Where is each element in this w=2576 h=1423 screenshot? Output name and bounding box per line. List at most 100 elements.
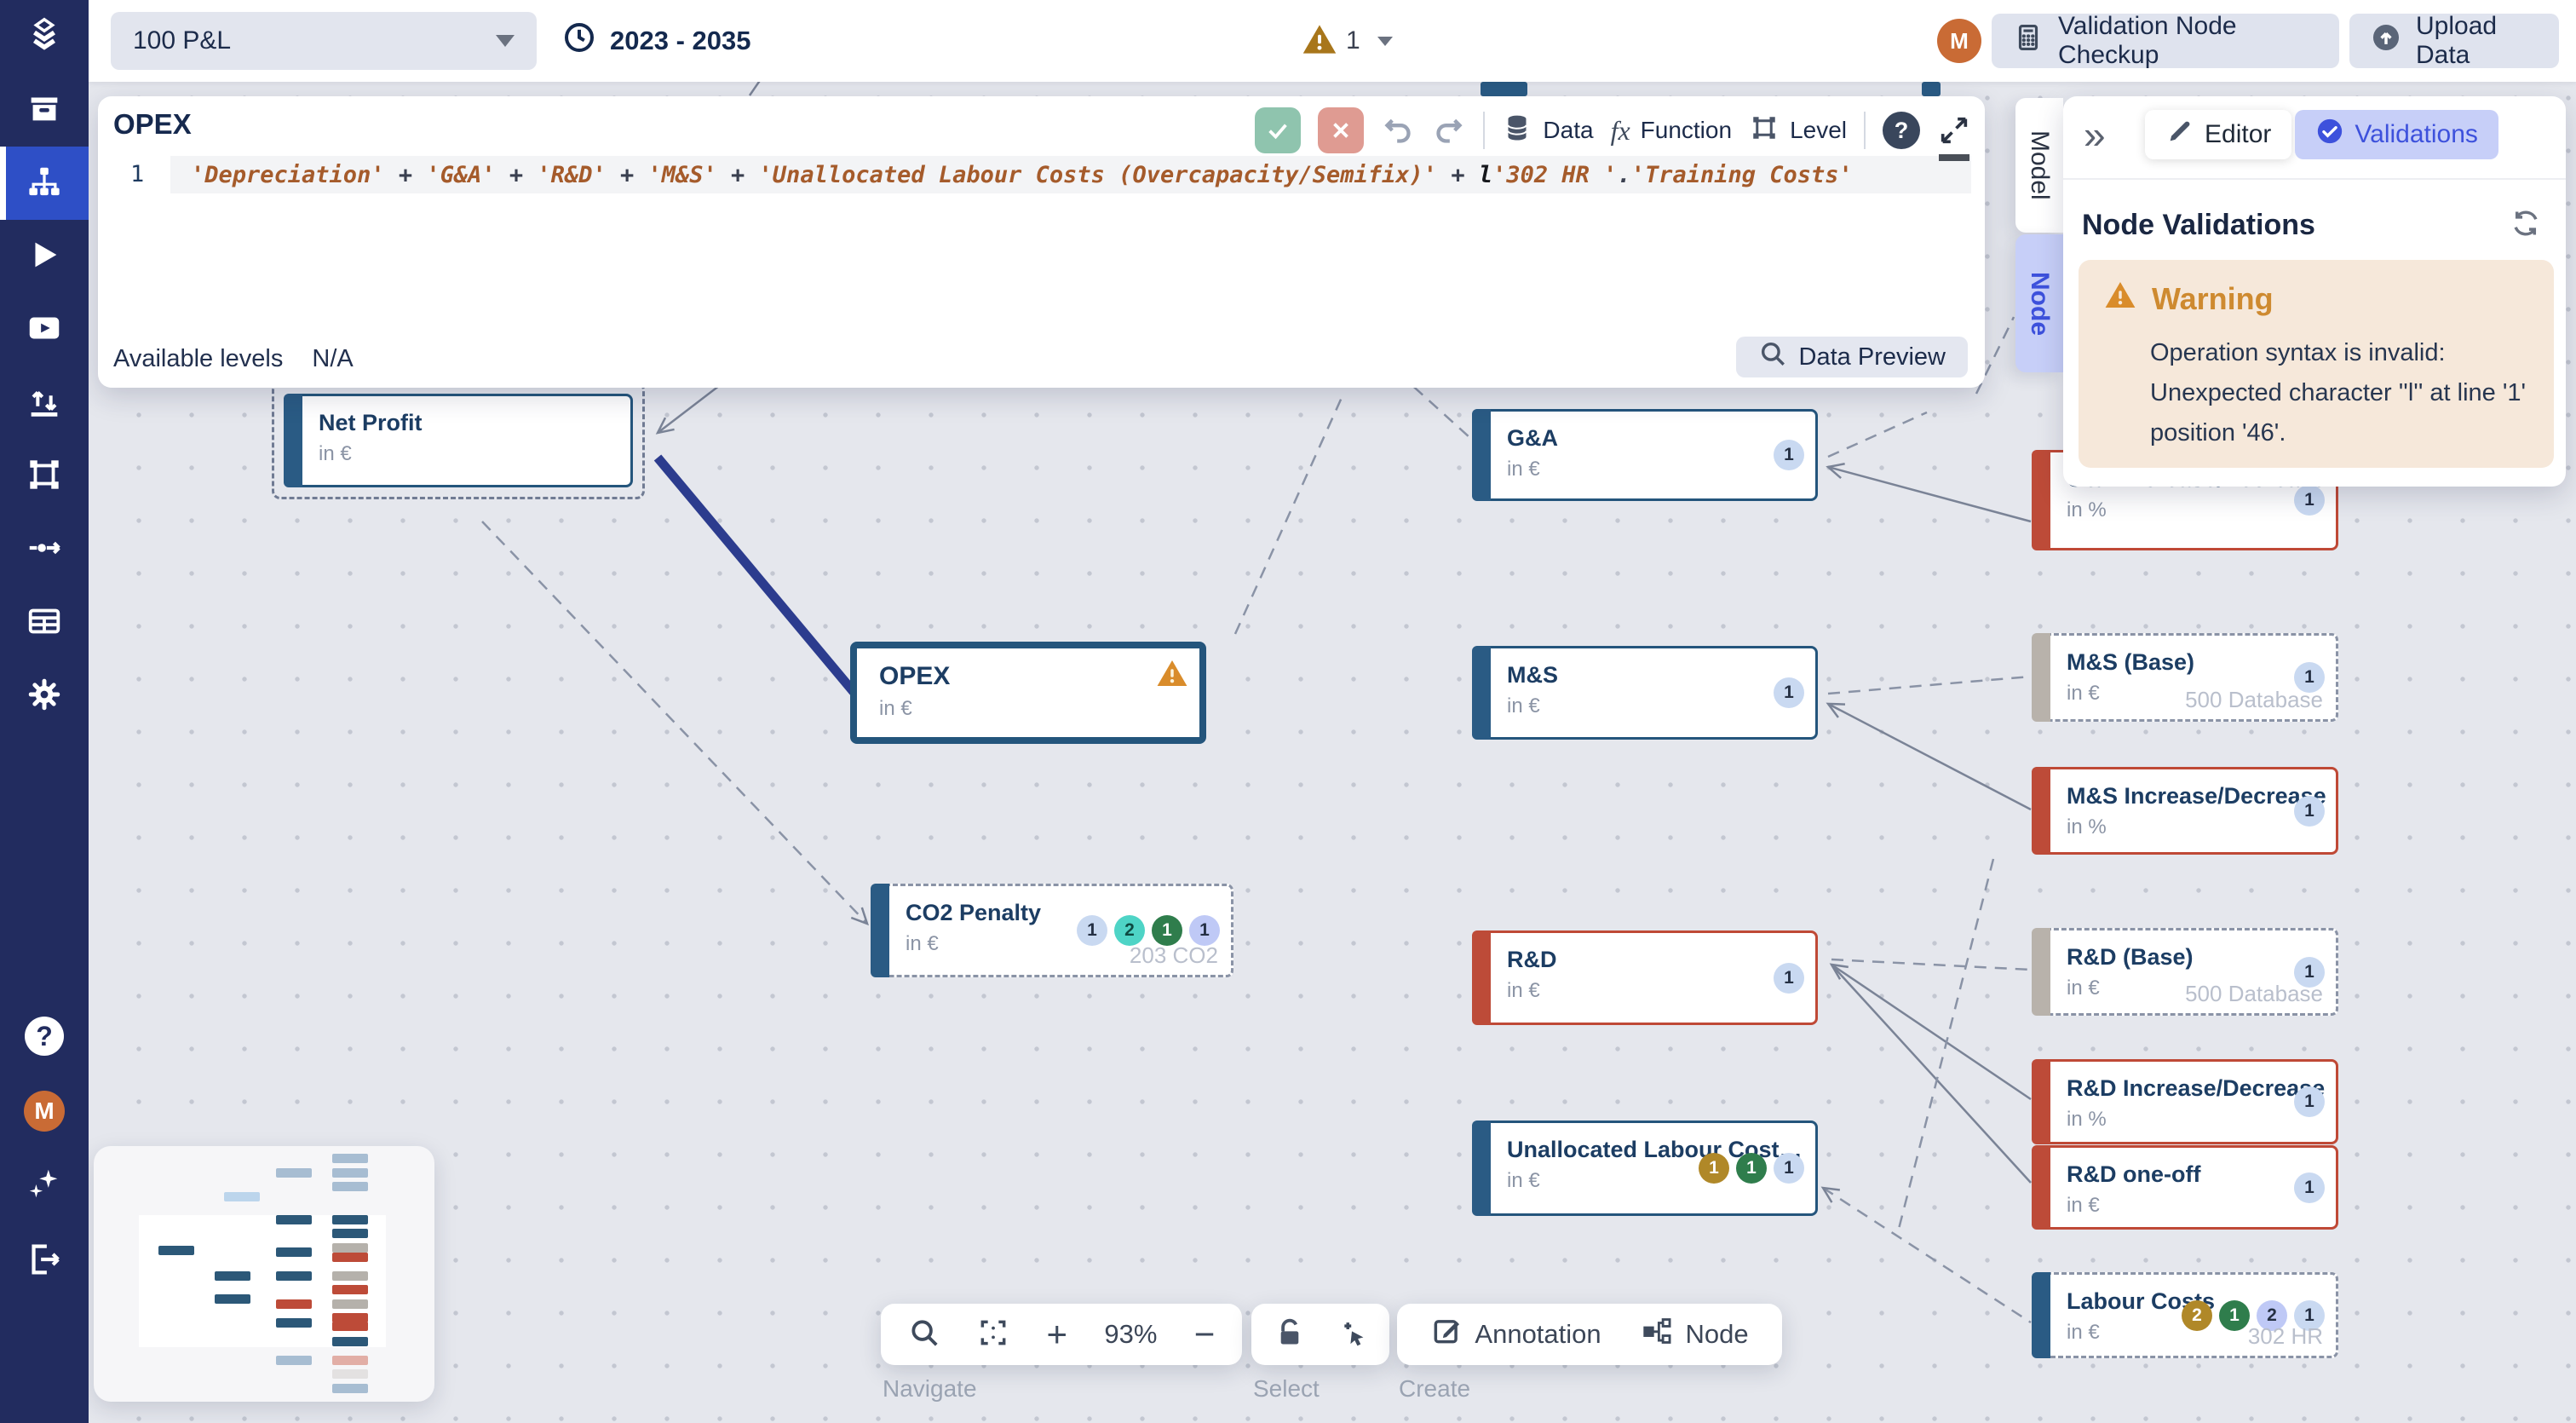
time-range-value: 2023 - 2035: [610, 26, 750, 56]
sidebar-item-data-storage[interactable]: [0, 73, 89, 147]
top-bar: 100 P&L 2023 - 2035 1 M Validation Node …: [89, 0, 2576, 82]
sidebar-item-reports[interactable]: [0, 586, 89, 660]
sidebar-item-import-export[interactable]: [0, 366, 89, 440]
zoom-out-button[interactable]: −: [1194, 1316, 1216, 1352]
discard-formula-button[interactable]: [1318, 107, 1364, 153]
node-unallocated-labour-costs[interactable]: Unallocated Labour Costs (O…in €111: [1472, 1121, 1818, 1216]
node-color-bar: [1472, 930, 1491, 1025]
formula-segment: '302 HR ': [1492, 162, 1617, 188]
node-gna[interactable]: G&Ain €1: [1472, 409, 1818, 501]
node-rnd-increase-decrease[interactable]: R&D Increase/Decreasein %1: [2032, 1059, 2338, 1144]
editor-help-button[interactable]: ?: [1883, 112, 1920, 149]
scenario-badge: 1: [2294, 485, 2325, 516]
select-toolbar: [1251, 1304, 1389, 1365]
insert-function-button[interactable]: fx Function: [1611, 115, 1733, 147]
node-title: R&D Increase/Decrease: [2067, 1075, 2329, 1102]
import-export-icon: [25, 382, 64, 425]
main-sidebar: ? M: [0, 0, 89, 1423]
levels-icon: [25, 455, 64, 498]
navigate-group-label: Navigate: [883, 1375, 977, 1403]
node-net-profit[interactable]: Net Profitin €: [284, 394, 633, 487]
warning-title: Warning: [2152, 281, 2274, 317]
clock-icon: [562, 20, 596, 61]
apply-formula-button[interactable]: [1255, 107, 1301, 153]
model-warnings-dropdown[interactable]: 1: [1302, 0, 1393, 82]
node-rnd-one-off[interactable]: R&D one-offin €1: [2032, 1145, 2338, 1230]
node-title: R&D (Base): [2067, 944, 2329, 971]
expand-editor-button[interactable]: [1937, 113, 1971, 147]
node-labour-costs[interactable]: Labour Costsin €2121302 HR: [2032, 1272, 2338, 1358]
user-avatar[interactable]: M: [0, 1074, 89, 1149]
tab-node[interactable]: Node: [2015, 234, 2063, 372]
minimap-node: [332, 1154, 368, 1163]
function-button-label: Function: [1641, 117, 1732, 144]
sidebar-item-app-logo[interactable]: [0, 0, 89, 73]
validation-node-checkup-button[interactable]: Validation Node Checkup: [1992, 14, 2339, 68]
multi-select-cursor-icon[interactable]: [1336, 1316, 1368, 1353]
tab-model[interactable]: Model: [2015, 98, 2063, 233]
insert-data-button[interactable]: Data: [1502, 112, 1593, 149]
collapse-panel-button[interactable]: »: [2084, 115, 2106, 154]
logout-button[interactable]: [0, 1224, 89, 1299]
minimap-node: [332, 1229, 368, 1238]
lock-icon[interactable]: [1274, 1316, 1306, 1353]
formula-input[interactable]: 'Depreciation' + 'G&A' + 'R&D' + 'M&S' +…: [170, 156, 1971, 193]
data-preview-button[interactable]: Data Preview: [1736, 337, 1968, 377]
minimap-node: [332, 1285, 368, 1294]
sidebar-item-simulations[interactable]: [0, 220, 89, 293]
formula-segment: 'M&S': [647, 162, 716, 188]
sidebar-item-model-hierarchy[interactable]: [0, 147, 89, 220]
refresh-validations-button[interactable]: [2510, 207, 2542, 239]
minimap-node: [332, 1243, 368, 1253]
tab-editor[interactable]: Editor: [2145, 110, 2291, 159]
node-ms[interactable]: M&Sin €1: [1472, 646, 1818, 740]
fit-view-icon[interactable]: [977, 1316, 1009, 1353]
node-color-bar: [2032, 1272, 2050, 1358]
scenario-badge: 1: [1699, 1153, 1729, 1184]
minimap-node: [332, 1168, 368, 1178]
help-button[interactable]: ?: [0, 999, 89, 1074]
insert-level-button[interactable]: Level: [1749, 112, 1847, 149]
node-rnd-base[interactable]: R&D (Base)in €1500 Database: [2032, 928, 2338, 1016]
formula-segment: l: [1479, 162, 1492, 188]
scenario-select[interactable]: 100 P&L: [111, 12, 537, 70]
time-range[interactable]: 2023 - 2035: [562, 20, 750, 61]
tab-validations[interactable]: Validations: [2295, 110, 2498, 159]
node-co2-penalty[interactable]: CO2 Penaltyin €1211203 CO2: [871, 884, 1233, 977]
redo-button[interactable]: [1432, 113, 1466, 147]
node-ms-base[interactable]: M&S (Base)in €1500 Database: [2032, 633, 2338, 722]
node-unit: in €: [319, 442, 630, 466]
scenario-badge: 1: [2219, 1300, 2250, 1331]
upload-data-button[interactable]: Upload Data: [2349, 14, 2559, 68]
formula-segment: 'Depreciation': [191, 162, 385, 188]
minimap[interactable]: [94, 1146, 434, 1402]
sidebar-item-settings[interactable]: [0, 660, 89, 733]
validation-warning-card: Warning Operation syntax is invalid: Une…: [2079, 260, 2554, 468]
node-validations-panel: » Editor Validations Node Validations Wa…: [2063, 96, 2566, 487]
node-color-bar: [2032, 450, 2050, 550]
scenario-value: 100 P&L: [133, 26, 231, 55]
minimap-node: [332, 1299, 368, 1309]
undo-button[interactable]: [1381, 113, 1415, 147]
node-ms-increase-decrease[interactable]: M&S Increase/Decreasein %1: [2032, 767, 2338, 855]
scenario-badge: 1: [1774, 440, 1804, 470]
sidebar-item-workflows[interactable]: [0, 513, 89, 586]
sidebar-item-presentations[interactable]: [0, 293, 89, 366]
line-number: 1: [130, 161, 144, 187]
node-opex[interactable]: OPEXin €: [850, 642, 1206, 744]
warning-message-line: position '46'.: [2150, 413, 2533, 453]
create-node-button[interactable]: Node: [1641, 1315, 1748, 1354]
minimap-node: [215, 1271, 250, 1281]
topbar-avatar[interactable]: M: [1937, 19, 1981, 63]
occluded-node-fragment: [1922, 82, 1941, 96]
navigate-toolbar: + 93% −: [881, 1304, 1242, 1365]
formula-scrollbar[interactable]: [1939, 154, 1969, 161]
zoom-in-button[interactable]: +: [1046, 1316, 1067, 1352]
zoom-search-icon[interactable]: [908, 1316, 940, 1353]
ai-assistant-button[interactable]: [0, 1149, 89, 1224]
data-storage-icon: [25, 89, 64, 132]
sidebar-item-levels[interactable]: [0, 440, 89, 513]
node-rnd[interactable]: R&Din €1: [1472, 930, 1818, 1025]
create-annotation-button[interactable]: Annotation: [1430, 1315, 1601, 1354]
select-group-label: Select: [1253, 1375, 1320, 1403]
